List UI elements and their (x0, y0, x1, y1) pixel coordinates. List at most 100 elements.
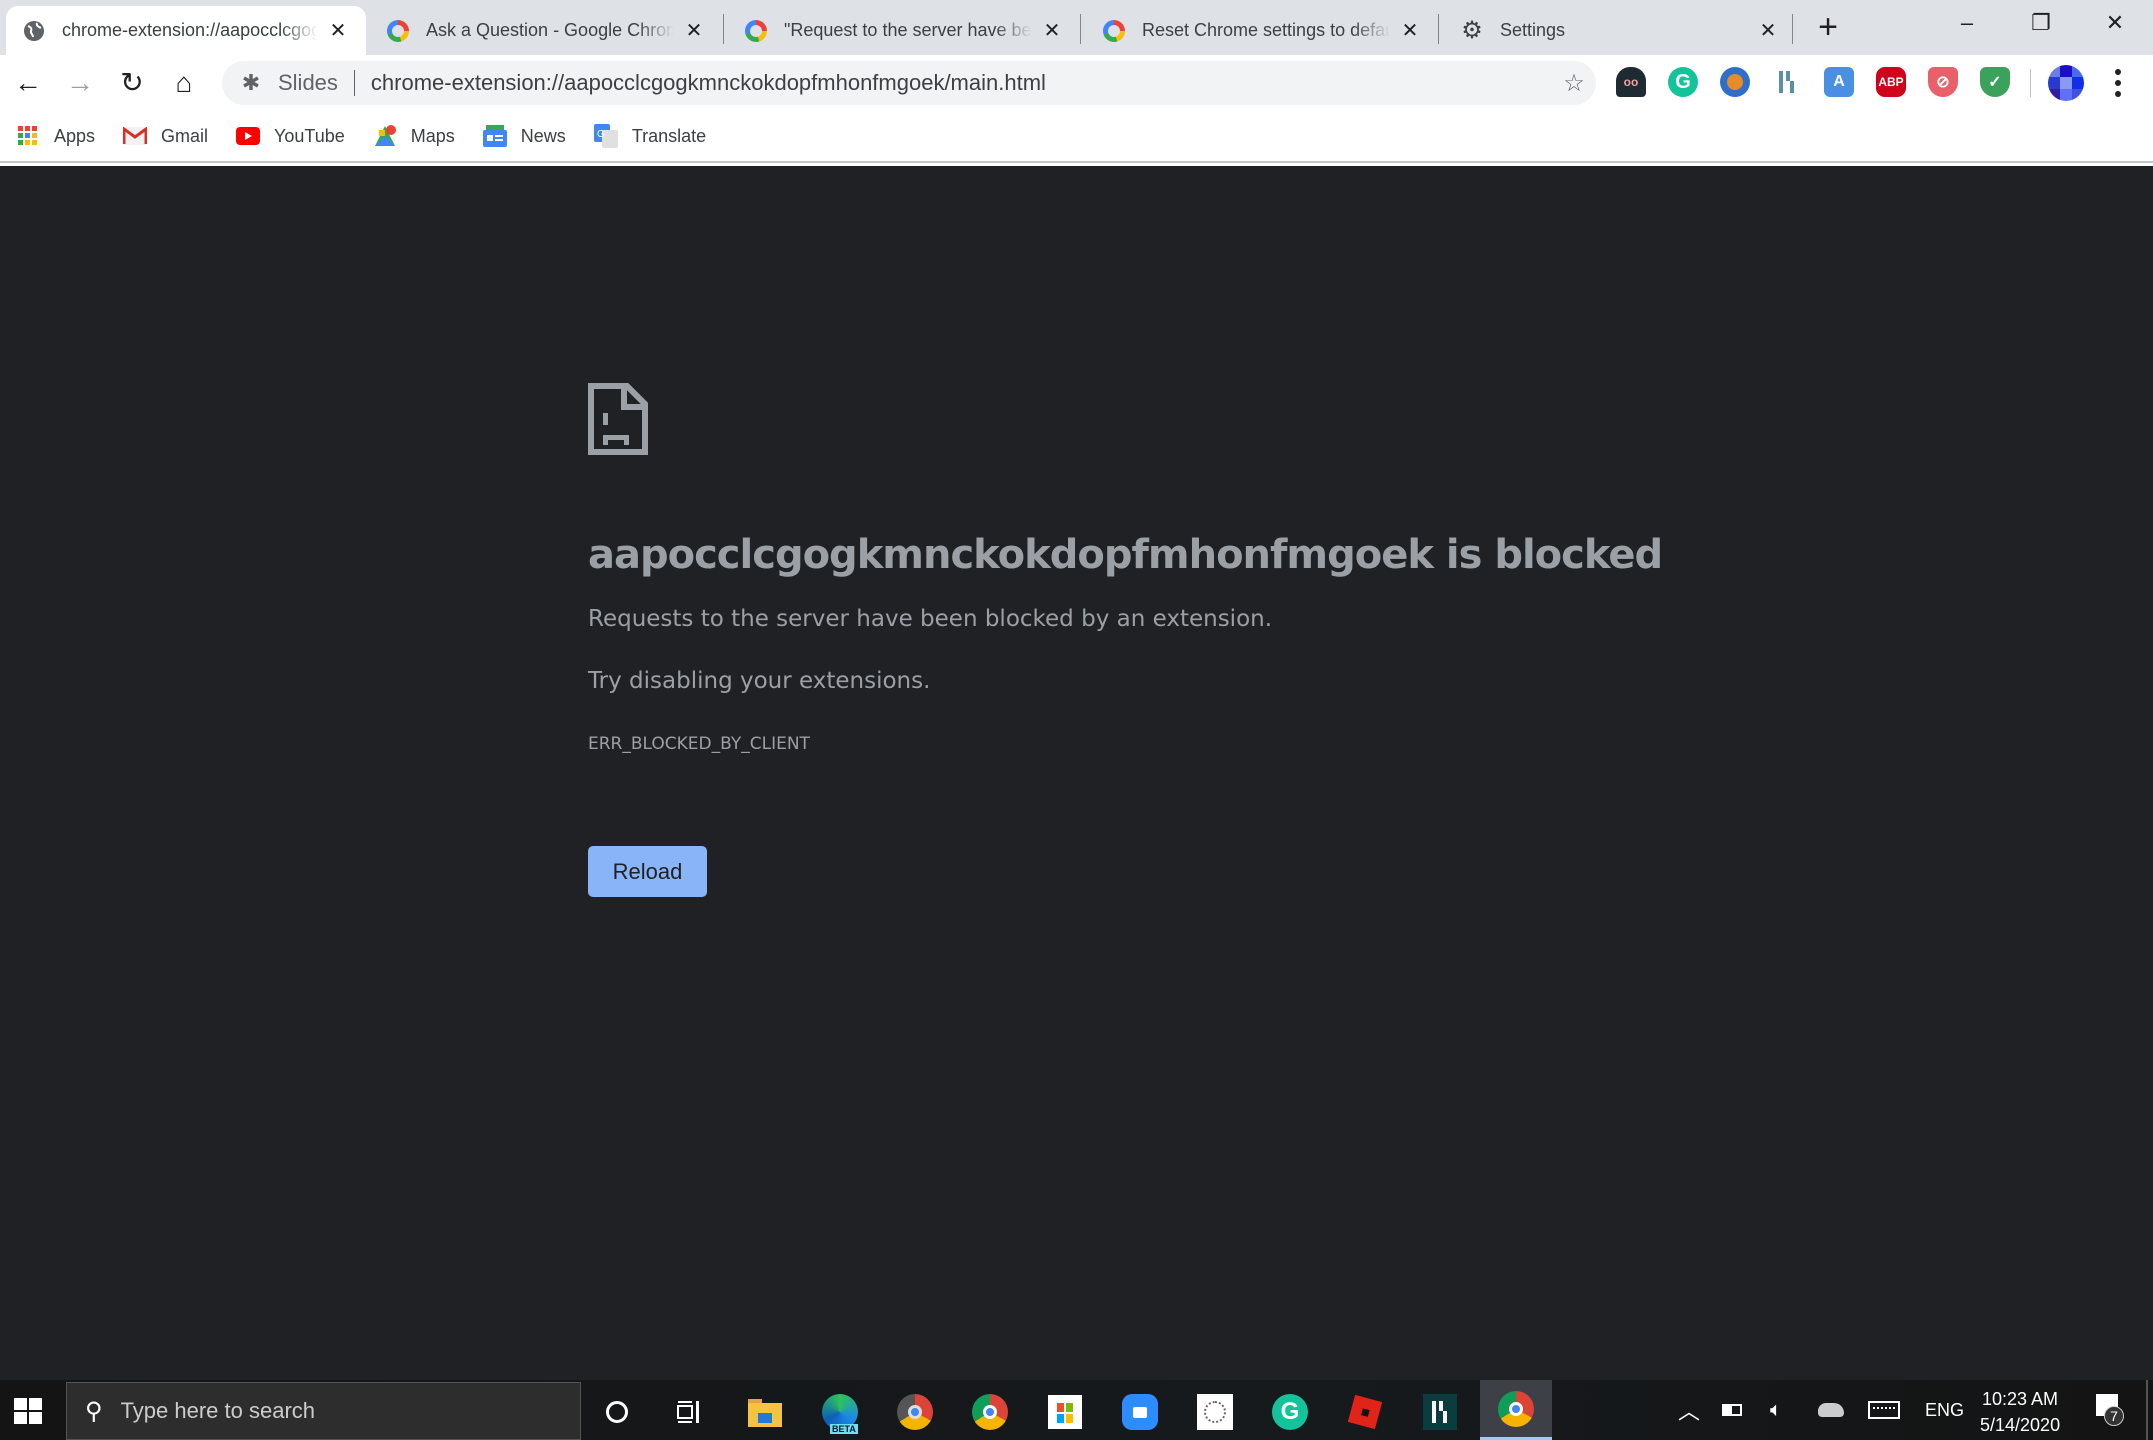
bookmark-label: Translate (631, 125, 707, 146)
dashlane-icon[interactable] (1415, 1387, 1465, 1437)
minimize-button[interactable]: – (1942, 8, 1992, 38)
tab-settings[interactable]: ⚙ Settings ✕ (1444, 6, 1796, 55)
file-explorer-icon[interactable] (740, 1387, 790, 1437)
bookmark-label: Gmail (161, 125, 209, 146)
bookmark-label: News (520, 125, 566, 146)
close-tab-icon[interactable]: ✕ (326, 19, 350, 43)
tab[interactable]: Ask a Question - Google Chrome Help ✕ (370, 6, 722, 55)
clock-date: 5/14/2020 (1980, 1415, 2061, 1435)
volume-icon[interactable]: 🔈︎ (1770, 1380, 1782, 1440)
close-window-button[interactable]: ✕ (2090, 8, 2140, 38)
tab-strip: chrome-extension://aapocclcgogkmnckokdop… (0, 0, 2153, 55)
microsoft-store-icon[interactable] (1040, 1387, 1090, 1437)
roblox-icon[interactable] (1340, 1387, 1390, 1437)
close-tab-icon[interactable]: ✕ (1040, 19, 1064, 43)
windows-start-button[interactable] (14, 1398, 42, 1424)
task-view-icon[interactable] (664, 1387, 714, 1437)
toolbar-divider (2030, 69, 2031, 97)
youtube-icon (236, 124, 261, 148)
taskbar-search-box[interactable]: ⚲ Type here to search (66, 1382, 581, 1440)
error-page: aapocclcgogkmnckokdopfmhonfmgoek is bloc… (0, 166, 2153, 1380)
globe-icon (22, 19, 46, 43)
battery-icon[interactable] (1722, 1380, 1742, 1440)
home-button[interactable]: ⌂ (166, 65, 202, 101)
chrome-icon[interactable] (965, 1387, 1015, 1437)
bookmark-apps[interactable]: Apps (16, 124, 95, 148)
url-text[interactable]: chrome-extension://aapocclcgogkmnckokdop… (371, 70, 1552, 96)
reload-button[interactable]: Reload (588, 846, 707, 897)
close-tab-icon[interactable]: ✕ (1756, 19, 1780, 43)
gmail-icon (123, 124, 148, 148)
password-check-extension-icon[interactable]: ✓ (1980, 67, 2010, 97)
google-icon (386, 19, 410, 43)
back-button[interactable]: ← (10, 65, 46, 101)
bookmark-maps[interactable]: Maps (373, 124, 455, 148)
gear-icon: ⚙ (1461, 17, 1483, 44)
bookmark-label: Maps (410, 125, 455, 146)
bookmark-news[interactable]: News (482, 124, 566, 148)
svg-text:G: G (597, 129, 605, 140)
tab-title: Ask a Question - Google Chrome Help (426, 20, 674, 40)
bookmark-translate[interactable]: G Translate (593, 124, 707, 148)
bookmark-youtube[interactable]: YouTube (236, 124, 345, 148)
dark-reader-extension-icon[interactable]: oo (1616, 67, 1646, 97)
cleaner-extension-icon[interactable] (1720, 67, 1750, 97)
clock-time: 10:23 AM (1982, 1389, 2059, 1409)
chrome-beta-icon[interactable] (890, 1387, 940, 1437)
bookmark-star-icon[interactable]: ☆ (1552, 61, 1596, 105)
error-description: Requests to the server have been blocked… (588, 606, 1273, 632)
close-tab-icon[interactable]: ✕ (1398, 19, 1422, 43)
tab-title: chrome-extension://aapocclcgogkmnckokdop… (62, 20, 318, 40)
tab[interactable]: "Request to the server have been blocked… (728, 6, 1080, 55)
reload-button[interactable]: ↻ (114, 65, 150, 101)
search-icon: ⚲ (85, 1397, 103, 1425)
zoom-icon[interactable] (1115, 1387, 1165, 1437)
touch-keyboard-icon[interactable] (1868, 1380, 1900, 1440)
edge-beta-icon[interactable]: BETA (815, 1387, 865, 1437)
restore-button[interactable]: ❐ (2016, 8, 2066, 38)
grammarly-extension-icon[interactable]: G (1668, 67, 1698, 97)
tab-divider (1080, 14, 1081, 44)
tab-title: Settings (1500, 20, 1566, 40)
address-bar[interactable]: ✱ Slides chrome-extension://aapocclcgogk… (222, 61, 1596, 105)
app-icon[interactable] (1190, 1387, 1240, 1437)
forward-button[interactable]: → (62, 65, 98, 101)
grammarly-icon[interactable]: G (1265, 1387, 1315, 1437)
profile-avatar[interactable] (2048, 65, 2084, 101)
show-desktop-button[interactable] (2146, 1380, 2148, 1440)
action-center-icon[interactable]: 7 (2096, 1394, 2124, 1426)
close-tab-icon[interactable]: ✕ (682, 19, 706, 43)
adblock-plus-extension-icon[interactable]: ABP (1876, 67, 1906, 97)
bookmarks-bar: Apps Gmail YouTube Maps News G Translate (0, 111, 2153, 163)
bookmark-label: YouTube (274, 125, 345, 146)
news-icon (482, 124, 507, 148)
chip-divider (353, 70, 355, 96)
error-title: aapocclcgogkmnckokdopfmhonfmgoek is bloc… (588, 532, 1663, 578)
bookmark-label: Apps (54, 125, 96, 146)
input-language[interactable]: ENG (1925, 1380, 1964, 1440)
clock[interactable]: 10:23 AM 5/14/2020 (1980, 1386, 2060, 1438)
shield-block-extension-icon[interactable]: ⊘ (1928, 67, 1958, 97)
tab-divider (1792, 14, 1793, 44)
new-tab-button[interactable]: + (1812, 10, 1844, 44)
error-hint: Try disabling your extensions. (588, 668, 931, 694)
google-icon (744, 19, 768, 43)
cortana-icon[interactable] (592, 1387, 642, 1437)
bookmark-gmail[interactable]: Gmail (123, 124, 208, 148)
onedrive-icon[interactable] (1818, 1380, 1844, 1440)
notification-count: 7 (2104, 1406, 2124, 1426)
tab[interactable]: Reset Chrome settings to default ✕ (1086, 6, 1438, 55)
tab-divider (1438, 14, 1439, 44)
search-placeholder: Type here to search (120, 1398, 316, 1423)
sad-file-icon (588, 383, 648, 460)
tab-active[interactable]: chrome-extension://aapocclcgogkmnckokdop… (6, 6, 366, 55)
chrome-menu-button[interactable] (2106, 67, 2130, 99)
site-chip: Slides (278, 70, 338, 95)
puzzle-extension-icon: ✱ (241, 70, 261, 95)
translate-extension-icon[interactable]: A (1824, 67, 1854, 97)
error-code: ERR_BLOCKED_BY_CLIENT (588, 734, 810, 754)
chrome-active-taskbar-icon[interactable] (1480, 1380, 1552, 1440)
show-hidden-icons-button[interactable]: ︿ (1678, 1380, 1700, 1440)
windows-taskbar: ⚲ Type here to search BETA G ︿ 🔈︎ ENG 10… (0, 1380, 2153, 1440)
dashlane-extension-icon[interactable] (1772, 67, 1802, 97)
